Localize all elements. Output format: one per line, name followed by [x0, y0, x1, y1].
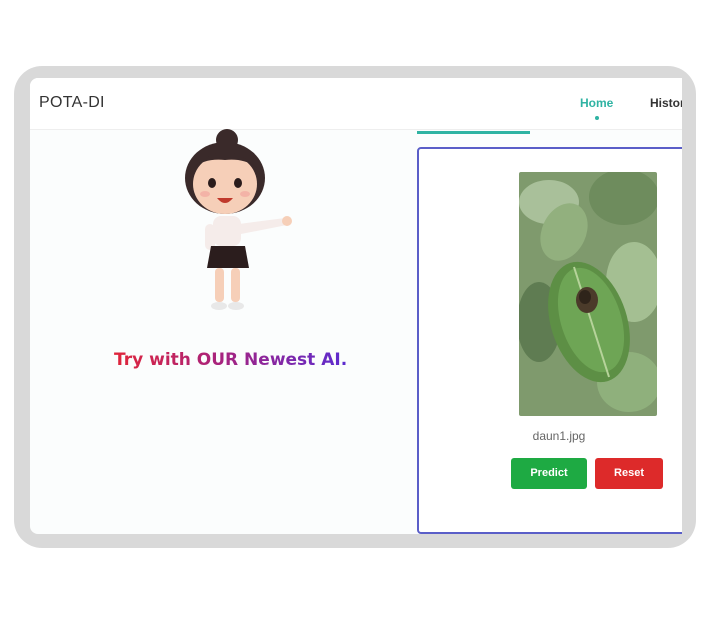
progress-tab-indicator	[417, 131, 530, 134]
mascot-illustration	[185, 129, 292, 310]
navbar: POTA-DI Home Histor	[30, 78, 682, 130]
brand-logo[interactable]: POTA-DI	[39, 94, 105, 112]
tagline: Try with OUR Newest AI.	[114, 350, 348, 370]
app-screen: POTA-DI Home Histor Try with OUR Newest …	[30, 78, 682, 534]
active-indicator	[595, 116, 599, 120]
nav-history[interactable]: Histor	[650, 96, 682, 110]
uploaded-leaf-image	[519, 172, 657, 416]
nav-home[interactable]: Home	[580, 96, 613, 110]
upload-panel: daun1.jpg Predict Reset	[417, 147, 682, 534]
file-name: daun1.jpg	[532, 429, 586, 443]
predict-button[interactable]: Predict	[511, 458, 587, 489]
reset-button[interactable]: Reset	[595, 458, 663, 489]
